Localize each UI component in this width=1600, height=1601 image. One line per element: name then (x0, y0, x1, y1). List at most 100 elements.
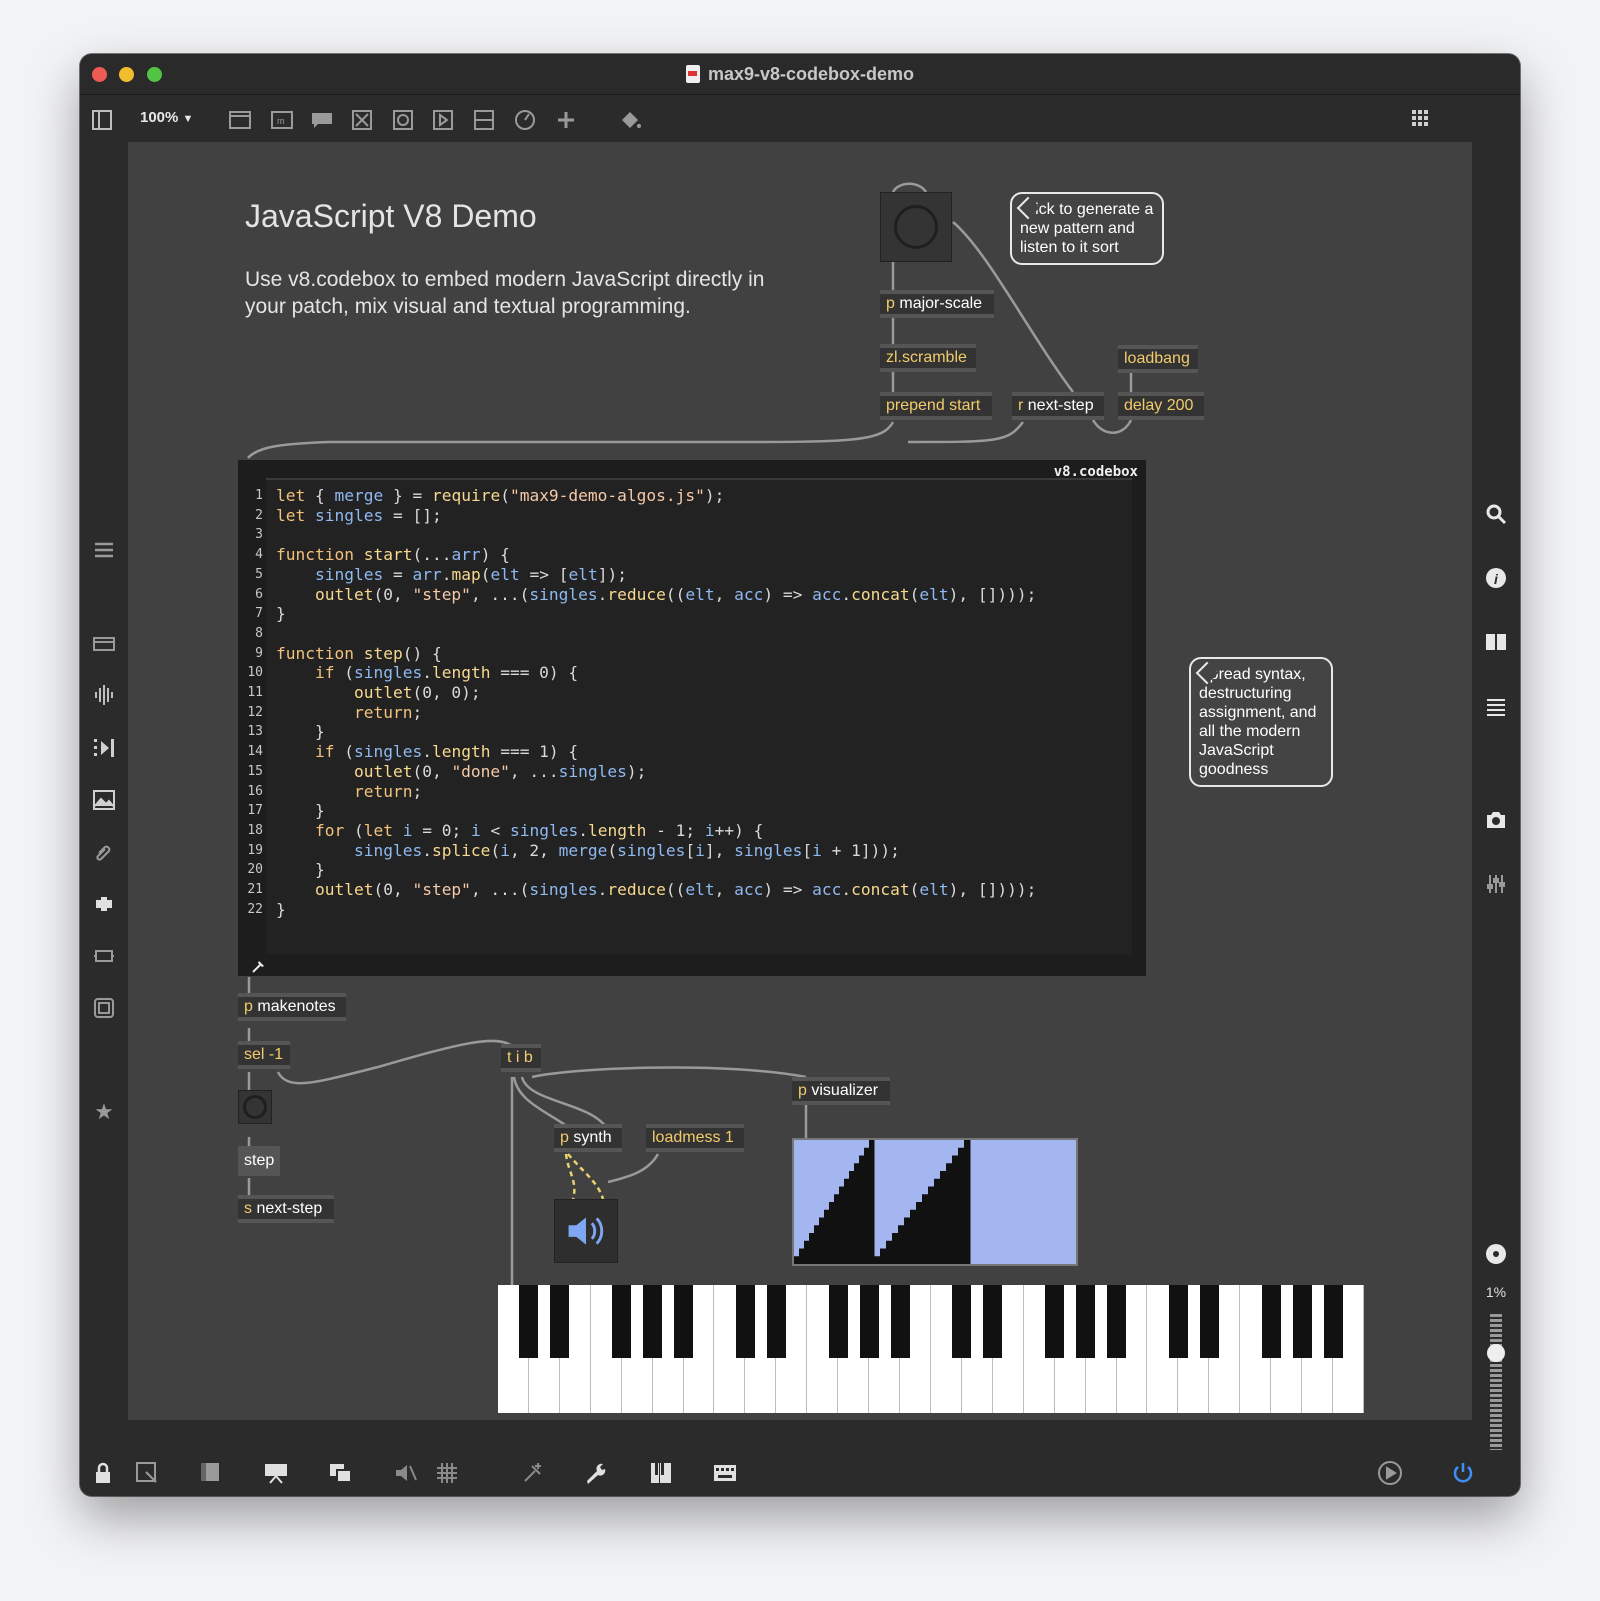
new-message-icon[interactable]: m (270, 108, 294, 132)
presentation-screen-icon[interactable] (263, 1460, 289, 1486)
code-line: 1 let { merge } = require("max9-demo-algo… (255, 486, 1036, 506)
p-makenotes-object[interactable]: p makenotes (238, 993, 346, 1021)
search-icon[interactable] (1484, 502, 1508, 526)
grid-icon[interactable] (434, 1460, 460, 1486)
visualizer-bar (849, 1171, 855, 1264)
black-key[interactable] (1323, 1285, 1343, 1358)
hammer-icon[interactable] (251, 958, 267, 974)
black-key[interactable] (828, 1285, 848, 1358)
list-icon[interactable] (1484, 696, 1508, 720)
plugin-icon[interactable] (92, 892, 116, 916)
sel-minus1-object[interactable]: sel -1 (238, 1041, 290, 1069)
patch-description: Use v8.codebox to embed modern JavaScrip… (245, 268, 765, 318)
snapshot-camera-icon[interactable] (1484, 808, 1508, 832)
menu-icon[interactable] (92, 538, 116, 562)
audio-power-icon[interactable] (1450, 1460, 1476, 1486)
layers-icon[interactable] (328, 1460, 354, 1486)
t-i-b-object[interactable]: t i b (501, 1044, 541, 1072)
gain-slider-knob[interactable] (1487, 1344, 1505, 1362)
black-key[interactable] (890, 1285, 910, 1358)
comment-icon[interactable] (310, 108, 334, 132)
info-icon[interactable]: i (1484, 566, 1508, 590)
line-number: 12 (247, 704, 263, 720)
black-key[interactable] (1045, 1285, 1065, 1358)
black-key[interactable] (674, 1285, 694, 1358)
v8-codebox[interactable]: v8.codebox 1 let { merge } = require("max… (238, 460, 1146, 976)
ezdac-speaker[interactable] (554, 1199, 618, 1263)
black-key[interactable] (612, 1285, 632, 1358)
mute-objects-icon[interactable] (393, 1460, 419, 1486)
new-object-icon[interactable] (228, 108, 252, 132)
add-icon[interactable] (554, 108, 578, 132)
comment-spread-syntax: Spread syntax, destructuring assignment,… (1189, 657, 1333, 787)
reference-book-icon[interactable] (1484, 630, 1508, 654)
piano-keys-icon[interactable] (648, 1460, 674, 1486)
step-message[interactable]: step (238, 1146, 281, 1176)
black-key[interactable] (1199, 1285, 1219, 1358)
lock-icon[interactable] (90, 1460, 116, 1486)
black-key[interactable] (1261, 1285, 1281, 1358)
r-next-step-object[interactable]: r next-step (1012, 392, 1104, 420)
sidebar-toggle-icon[interactable] (90, 108, 114, 132)
done-bang[interactable] (238, 1090, 272, 1124)
black-key[interactable] (643, 1285, 663, 1358)
p-visualizer-object[interactable]: p visualizer (792, 1077, 890, 1105)
mixer-sliders-icon[interactable] (1484, 872, 1508, 896)
black-key[interactable] (859, 1285, 879, 1358)
black-key[interactable] (766, 1285, 786, 1358)
line-number: 5 (255, 566, 263, 582)
browser-icon[interactable] (92, 632, 116, 656)
slider-icon[interactable] (472, 108, 496, 132)
gain-slider[interactable] (1487, 1314, 1505, 1464)
play-object-icon[interactable] (431, 108, 455, 132)
visualizer-bar (940, 1171, 947, 1264)
video-icon[interactable] (92, 736, 116, 760)
black-key[interactable] (983, 1285, 1003, 1358)
delay-200-object[interactable]: delay 200 (1118, 392, 1204, 420)
loadmess-1-object[interactable]: loadmess 1 (646, 1124, 744, 1152)
p-synth-object[interactable]: p synth (554, 1124, 622, 1152)
generate-pattern-bang[interactable] (880, 192, 952, 262)
visualizer-display[interactable] (792, 1138, 1078, 1266)
grid-display-icon[interactable] (1410, 108, 1434, 132)
black-key[interactable] (519, 1285, 539, 1358)
black-key[interactable] (550, 1285, 570, 1358)
patch-canvas[interactable]: JavaScript V8 Demo Use v8.codebox to emb… (128, 142, 1472, 1420)
paint-bucket-icon[interactable] (618, 108, 642, 132)
prepend-start-object[interactable]: prepend start (880, 392, 992, 420)
zoom-menu[interactable]: 100% ▼ (140, 109, 193, 126)
record-icon[interactable] (1484, 1242, 1508, 1266)
line-number: 10 (247, 665, 263, 681)
kslider-keyboard[interactable] (498, 1285, 1364, 1413)
black-key[interactable] (1107, 1285, 1127, 1358)
paperclip-icon[interactable] (92, 840, 116, 864)
visualizer-bar (934, 1178, 941, 1264)
wrench-icon[interactable] (584, 1460, 610, 1486)
code-text[interactable]: 1 let { merge } = require("max9-demo-algo… (247, 486, 1036, 919)
loadbang-object[interactable]: loadbang (1118, 345, 1198, 373)
presentation-select-icon[interactable] (134, 1460, 160, 1486)
frame-icon[interactable] (92, 996, 116, 1020)
s-next-step-object[interactable]: s next-step (238, 1195, 334, 1223)
transport-icon[interactable] (1377, 1460, 1403, 1486)
black-key[interactable] (735, 1285, 755, 1358)
toggle-icon[interactable] (350, 108, 374, 132)
title-bar[interactable]: max9-v8-codebox-demo (80, 54, 1520, 95)
presentation-mode-icon[interactable] (198, 1460, 224, 1486)
snap-icon[interactable] (520, 1460, 546, 1486)
keyboard-icon[interactable] (712, 1460, 738, 1486)
image-icon[interactable] (92, 788, 116, 812)
zl-scramble-object[interactable]: zl.scramble (880, 344, 976, 372)
dial-icon[interactable] (513, 108, 537, 132)
button-icon[interactable] (391, 108, 415, 132)
line-number: 8 (255, 625, 263, 641)
black-key[interactable] (1168, 1285, 1188, 1358)
black-key[interactable] (1076, 1285, 1096, 1358)
audio-waveform-icon[interactable] (92, 683, 116, 707)
favorites-star-icon[interactable]: ★ (92, 1100, 116, 1124)
p-major-scale-object[interactable]: p major-scale (880, 290, 994, 318)
code-editor[interactable]: 1 let { merge } = require("max9-demo-algo… (247, 478, 1132, 954)
black-key[interactable] (1292, 1285, 1312, 1358)
black-key[interactable] (952, 1285, 972, 1358)
device-icon[interactable] (92, 944, 116, 968)
